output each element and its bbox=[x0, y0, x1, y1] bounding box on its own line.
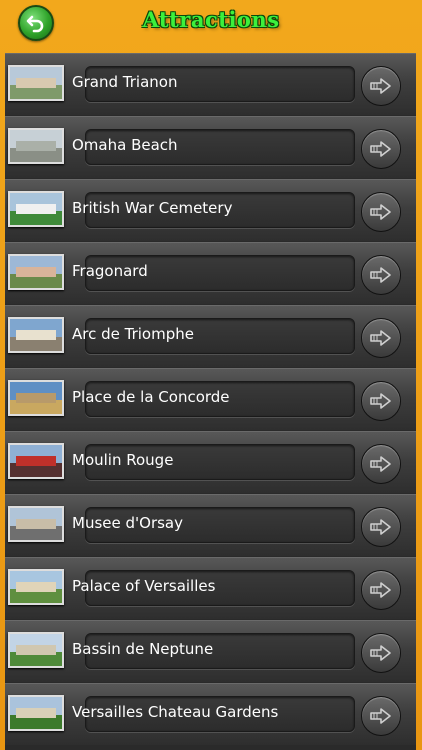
right-arrow-icon bbox=[370, 645, 391, 661]
thumbnail-building bbox=[16, 141, 56, 151]
attraction-thumbnail bbox=[8, 128, 64, 164]
attraction-thumbnail bbox=[8, 65, 64, 101]
attraction-name: Omaha Beach bbox=[72, 136, 178, 154]
right-arrow-icon bbox=[370, 267, 391, 283]
page-title: Attractions bbox=[142, 7, 280, 32]
attraction-thumbnail bbox=[8, 506, 64, 542]
thumbnail-building bbox=[16, 582, 56, 592]
list-item[interactable]: Bassin de Neptune bbox=[5, 620, 416, 682]
thumbnail-building bbox=[16, 267, 56, 277]
attraction-name: Moulin Rouge bbox=[72, 451, 174, 469]
attraction-name: British War Cemetery bbox=[72, 199, 233, 217]
list-item[interactable]: Moulin Rouge bbox=[5, 431, 416, 493]
attraction-thumbnail bbox=[8, 695, 64, 731]
list-item[interactable]: Palace of Versailles bbox=[5, 557, 416, 619]
open-attraction-button[interactable] bbox=[361, 255, 401, 295]
thumbnail-building bbox=[16, 78, 56, 88]
open-attraction-button[interactable] bbox=[361, 633, 401, 673]
right-arrow-icon bbox=[370, 141, 391, 157]
open-attraction-button[interactable] bbox=[361, 129, 401, 169]
list-item[interactable]: Arc de Triomphe bbox=[5, 305, 416, 367]
attraction-thumbnail bbox=[8, 569, 64, 605]
right-arrow-icon bbox=[370, 204, 391, 220]
open-attraction-button[interactable] bbox=[361, 444, 401, 484]
thumbnail-building bbox=[16, 204, 56, 214]
list-item[interactable]: Grand Trianon bbox=[5, 53, 416, 115]
open-attraction-button[interactable] bbox=[361, 381, 401, 421]
attraction-name: Fragonard bbox=[72, 262, 148, 280]
right-arrow-icon bbox=[370, 582, 391, 598]
list-item[interactable]: Musee d'Orsay bbox=[5, 494, 416, 556]
right-arrow-icon bbox=[370, 78, 391, 94]
attraction-name: Palace of Versailles bbox=[72, 577, 216, 595]
attraction-name: Bassin de Neptune bbox=[72, 640, 214, 658]
list-item[interactable]: Fragonard bbox=[5, 242, 416, 304]
right-arrow-icon bbox=[370, 330, 391, 346]
attraction-thumbnail bbox=[8, 632, 64, 668]
thumbnail-building bbox=[16, 456, 56, 466]
attraction-name: Versailles Chateau Gardens bbox=[72, 703, 279, 721]
right-arrow-icon bbox=[370, 456, 391, 472]
list-item[interactable]: Omaha Beach bbox=[5, 116, 416, 178]
open-attraction-button[interactable] bbox=[361, 696, 401, 736]
right-arrow-icon bbox=[370, 519, 391, 535]
thumbnail-building bbox=[16, 519, 56, 529]
thumbnail-building bbox=[16, 393, 56, 403]
list-item[interactable]: Place de la Concorde bbox=[5, 368, 416, 430]
attractions-list[interactable]: Grand Trianon Omaha Beach British War Ceme… bbox=[5, 53, 416, 750]
attraction-thumbnail bbox=[8, 380, 64, 416]
thumbnail-building bbox=[16, 330, 56, 340]
open-attraction-button[interactable] bbox=[361, 570, 401, 610]
attraction-thumbnail bbox=[8, 254, 64, 290]
right-arrow-icon bbox=[370, 708, 391, 724]
open-attraction-button[interactable] bbox=[361, 507, 401, 547]
attraction-name: Grand Trianon bbox=[72, 73, 178, 91]
list-item[interactable]: Versailles Chateau Gardens bbox=[5, 683, 416, 745]
attraction-name: Arc de Triomphe bbox=[72, 325, 194, 343]
header-bar: Attractions bbox=[0, 0, 422, 44]
open-attraction-button[interactable] bbox=[361, 192, 401, 232]
open-attraction-button[interactable] bbox=[361, 318, 401, 358]
open-attraction-button[interactable] bbox=[361, 66, 401, 106]
list-item[interactable]: British War Cemetery bbox=[5, 179, 416, 241]
attraction-name: Musee d'Orsay bbox=[72, 514, 183, 532]
attraction-thumbnail bbox=[8, 443, 64, 479]
attraction-thumbnail bbox=[8, 191, 64, 227]
attraction-name: Place de la Concorde bbox=[72, 388, 230, 406]
thumbnail-building bbox=[16, 708, 56, 718]
attraction-thumbnail bbox=[8, 317, 64, 353]
right-arrow-icon bbox=[370, 393, 391, 409]
thumbnail-building bbox=[16, 645, 56, 655]
